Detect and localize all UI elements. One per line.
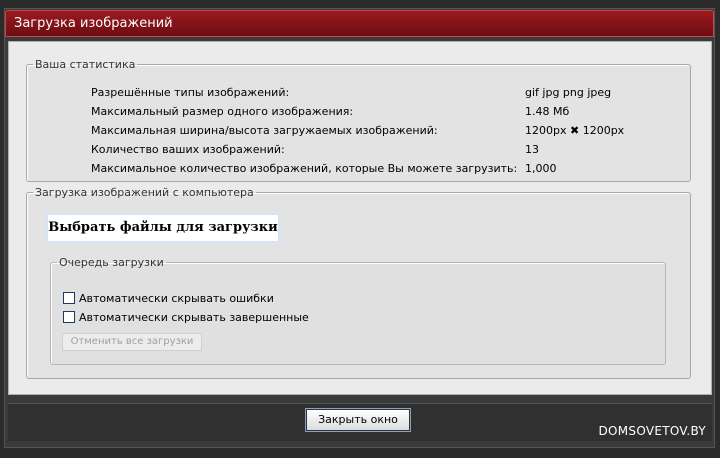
auto-hide-errors-checkbox[interactable] xyxy=(63,292,75,304)
auto-hide-completed-checkbox[interactable] xyxy=(63,311,75,323)
upload-queue-section: Очередь загрузки Автоматически скрывать … xyxy=(50,256,666,365)
dialog-content: Ваша статистика Разрешённые типы изображ… xyxy=(8,41,712,395)
close-window-button[interactable]: Закрыть окно xyxy=(306,409,410,431)
stat-label: Максимальный размер одного изображения: xyxy=(91,105,354,118)
stat-row-allowed-types: Разрешённые типы изображений: gif jpg pn… xyxy=(27,83,690,102)
stat-value: 1.48 Мб xyxy=(525,105,570,118)
dialog-title: Загрузка изображений xyxy=(14,16,173,31)
watermark-text: DOMSOVETOV.BY xyxy=(598,424,706,438)
stat-label: Количество ваших изображений: xyxy=(91,143,285,156)
cancel-all-uploads-button[interactable]: Отменить все загрузки xyxy=(62,333,202,351)
statistics-section: Ваша статистика Разрешённые типы изображ… xyxy=(26,58,691,182)
choose-files-button[interactable]: Выбрать файлы для загрузки xyxy=(46,213,280,243)
stat-value: 1200px ✖ 1200px xyxy=(525,124,625,137)
stat-row-max-size: Максимальный размер одного изображения: … xyxy=(27,102,690,121)
upload-legend: Загрузка изображений с компьютера xyxy=(35,186,254,199)
statistics-legend: Ваша статистика xyxy=(35,58,136,71)
upload-section: Загрузка изображений с компьютера Выбрат… xyxy=(26,186,691,379)
stat-row-image-count: Количество ваших изображений: 13 xyxy=(27,140,690,159)
stat-label: Разрешённые типы изображений: xyxy=(91,86,290,99)
auto-hide-completed-label[interactable]: Автоматически скрывать завершенные xyxy=(79,311,309,324)
stat-row-max-images: Максимальное количество изображений, кот… xyxy=(27,159,690,178)
auto-hide-errors-option[interactable]: Автоматически скрывать ошибки xyxy=(63,291,274,307)
upload-queue-legend: Очередь загрузки xyxy=(59,256,164,269)
stat-value: 13 xyxy=(525,143,539,156)
stat-label: Максимальная ширина/высота загружаемых и… xyxy=(91,124,438,137)
stat-label: Максимальное количество изображений, кот… xyxy=(91,162,518,175)
stat-value: gif jpg png jpeg xyxy=(525,86,612,99)
dialog-titlebar: Загрузка изображений xyxy=(5,10,714,37)
auto-hide-errors-label[interactable]: Автоматически скрывать ошибки xyxy=(79,292,274,305)
stat-value: 1,000 xyxy=(525,162,557,175)
auto-hide-completed-option[interactable]: Автоматически скрывать завершенные xyxy=(63,310,309,326)
stat-row-max-dimensions: Максимальная ширина/высота загружаемых и… xyxy=(27,121,690,140)
